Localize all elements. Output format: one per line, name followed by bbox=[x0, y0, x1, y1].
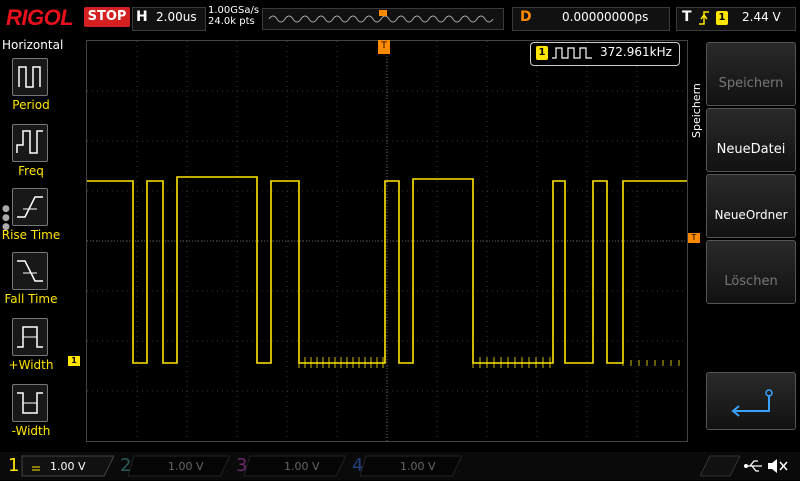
enter-icon bbox=[731, 389, 773, 417]
memory-depth: 24.0k pts bbox=[208, 16, 255, 27]
measure-freq-label: Freq bbox=[18, 164, 44, 178]
menu-tab[interactable] bbox=[700, 454, 740, 478]
ch1-ground-marker[interactable]: 1 bbox=[68, 356, 80, 366]
ch1-scale: 1.00 V bbox=[50, 460, 86, 473]
neue-datei-label: NeueDatei bbox=[716, 142, 786, 157]
measure-period[interactable]: Period bbox=[0, 58, 62, 122]
trigger-source-badge: 1 bbox=[716, 11, 728, 25]
measure-period-label: Period bbox=[12, 98, 50, 112]
ch2-scale: 1.00 V bbox=[168, 460, 204, 473]
trigger-level: 2.44 V bbox=[742, 10, 781, 24]
graticule bbox=[87, 41, 687, 441]
negative-width-icon bbox=[12, 384, 48, 422]
neue-ordner-label: NeueOrdner bbox=[714, 208, 788, 222]
horizontal-letter: H bbox=[136, 9, 148, 25]
loeschen-button[interactable]: Löschen bbox=[706, 240, 796, 304]
measure-fall-time-label: Fall Time bbox=[4, 292, 58, 306]
rise-time-icon bbox=[12, 188, 48, 226]
enter-button[interactable] bbox=[706, 372, 796, 430]
frequency-value: 372.961kHz bbox=[600, 45, 672, 59]
usb-icon bbox=[744, 460, 762, 472]
menu-scroll-dots: ● ● ● bbox=[2, 204, 10, 232]
speichern-button[interactable]: Speichern bbox=[706, 42, 796, 106]
edge-trigger-icon bbox=[699, 11, 709, 25]
ch3-number: 3 bbox=[236, 455, 248, 476]
waveform-position-strip[interactable] bbox=[262, 8, 504, 30]
measure-fall-time[interactable]: Fall Time bbox=[0, 252, 62, 316]
fall-time-icon bbox=[12, 252, 48, 290]
trigger-letter: T bbox=[682, 9, 692, 25]
rigol-logo: RIGOL bbox=[6, 5, 74, 30]
speaker-muted-icon[interactable] bbox=[766, 456, 790, 476]
neue-ordner-button[interactable]: NeueOrdner bbox=[706, 174, 796, 238]
measure-positive-width[interactable]: +Width bbox=[0, 318, 62, 382]
neue-datei-button[interactable]: NeueDatei bbox=[706, 108, 796, 172]
measure-channel-badge: 1 bbox=[536, 46, 548, 60]
waveform-overview bbox=[268, 10, 494, 23]
ch4-number: 4 bbox=[352, 455, 364, 476]
frequency-icon bbox=[552, 47, 592, 59]
delay-value: 0.00000000ps bbox=[562, 10, 649, 24]
measure-freq[interactable]: Freq bbox=[0, 124, 62, 188]
waveform-display[interactable] bbox=[86, 40, 688, 442]
positive-width-icon bbox=[12, 318, 48, 356]
measure-positive-width-label: +Width bbox=[8, 358, 54, 372]
timebase-value: 2.00us bbox=[156, 10, 197, 24]
frequency-icon bbox=[12, 124, 48, 162]
ch2-number: 2 bbox=[120, 455, 132, 476]
speichern-label: Speichern bbox=[718, 76, 784, 91]
trigger-time-marker[interactable]: T bbox=[378, 40, 390, 54]
ch3-scale: 1.00 V bbox=[284, 460, 320, 473]
ch4-scale: 1.00 V bbox=[400, 460, 436, 473]
loeschen-label: Löschen bbox=[724, 274, 778, 289]
measure-category-title: Horizontal bbox=[2, 38, 64, 52]
delay-letter: D bbox=[520, 9, 532, 25]
run-stop-status[interactable]: STOP bbox=[84, 7, 130, 27]
period-icon bbox=[12, 58, 48, 96]
measure-negative-width[interactable]: -Width bbox=[0, 384, 62, 448]
save-menu-title: Speichern bbox=[690, 83, 703, 138]
sample-rate-info: 1.00GSa/s 24.0k pts bbox=[208, 5, 259, 27]
ch1-number: 1 bbox=[8, 455, 20, 476]
measure-negative-width-label: -Width bbox=[11, 424, 51, 438]
trigger-position-icon bbox=[379, 10, 387, 16]
sample-rate: 1.00GSa/s bbox=[208, 5, 260, 16]
